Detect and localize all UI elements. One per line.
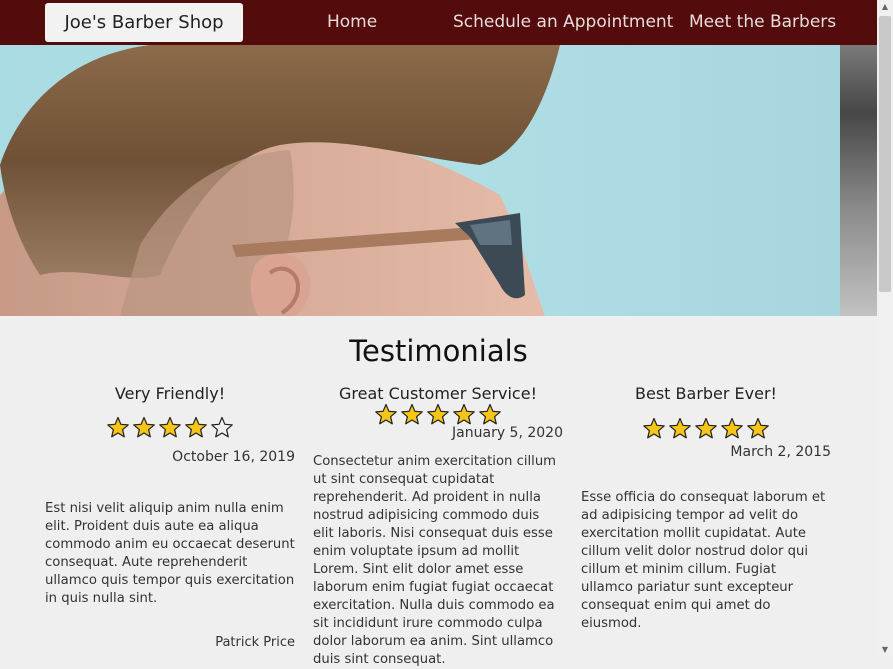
testimonial-card: Best Barber Ever! March 2, 2015 Esse off…	[581, 380, 831, 633]
star-filled-icon	[159, 416, 181, 438]
testimonial-body: Consectetur anim exercitation cillum ut …	[313, 454, 557, 667]
scroll-down-arrow-icon[interactable]: ▼	[877, 643, 893, 657]
testimonial-card: Great Customer Service! January 5, 2020 …	[313, 380, 563, 669]
hero-side-shadow	[840, 45, 877, 316]
testimonial-title: Best Barber Ever!	[635, 384, 777, 403]
star-filled-icon	[669, 417, 691, 439]
scrollbar-thumb[interactable]	[879, 16, 891, 292]
testimonial-date: October 16, 2019	[172, 449, 295, 465]
star-filled-icon	[721, 417, 743, 439]
hero-portrait-illustration	[0, 45, 560, 316]
testimonial-date: January 5, 2020	[452, 425, 563, 441]
hero-image	[0, 45, 877, 316]
star-rating	[313, 403, 563, 425]
star-filled-icon	[401, 403, 423, 425]
star-filled-icon	[427, 403, 449, 425]
testimonial-author: Patrick Price	[215, 635, 295, 650]
star-filled-icon	[747, 417, 769, 439]
star-filled-icon	[479, 403, 501, 425]
star-rating	[581, 417, 831, 439]
testimonial-title: Great Customer Service!	[339, 384, 537, 403]
testimonial-date: March 2, 2015	[730, 444, 831, 460]
testimonial-card: Very Friendly! October 16, 2019 Est nisi…	[45, 380, 295, 650]
star-filled-icon	[375, 403, 397, 425]
nav-link-barbers[interactable]: Meet the Barbers	[689, 0, 836, 45]
nav-link-home[interactable]: Home	[327, 0, 377, 45]
testimonials-heading: Testimonials	[349, 334, 528, 368]
star-filled-icon	[185, 416, 207, 438]
testimonial-body: Esse officia do consequat laborum et ad …	[581, 490, 826, 631]
star-filled-icon	[695, 417, 717, 439]
star-filled-icon	[133, 416, 155, 438]
testimonial-body: Est nisi velit aliquip anim nulla enim e…	[45, 501, 295, 606]
star-filled-icon	[643, 417, 665, 439]
scroll-up-arrow-icon[interactable]: ▲	[877, 0, 893, 14]
star-empty-icon	[211, 416, 233, 438]
top-navbar: Joe's Barber Shop Home Schedule an Appoi…	[0, 0, 877, 45]
testimonial-title: Very Friendly!	[114, 384, 226, 403]
nav-link-schedule[interactable]: Schedule an Appointment	[453, 0, 673, 45]
brand-button[interactable]: Joe's Barber Shop	[45, 3, 243, 42]
star-filled-icon	[107, 416, 129, 438]
star-filled-icon	[453, 403, 475, 425]
star-rating	[45, 416, 295, 438]
